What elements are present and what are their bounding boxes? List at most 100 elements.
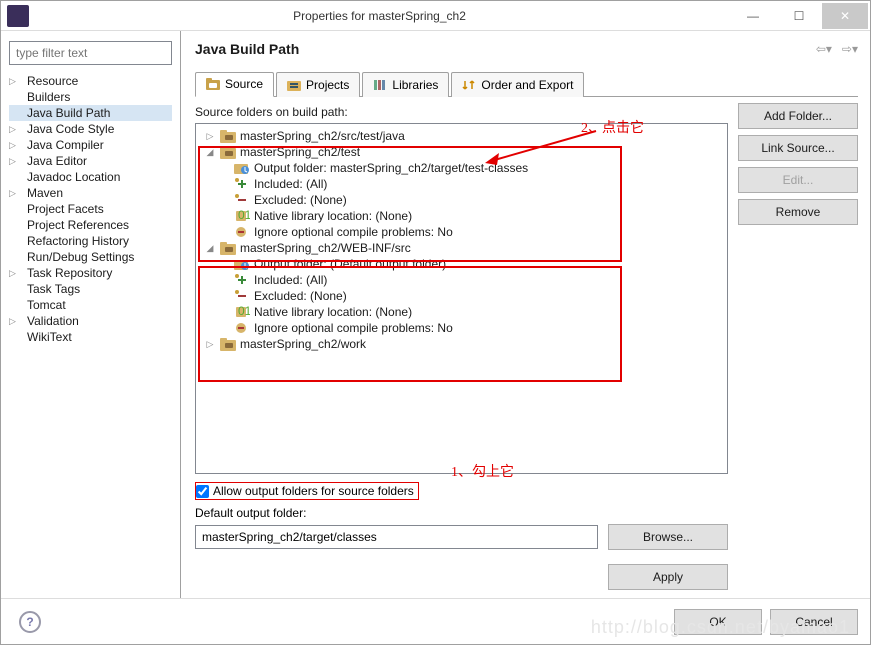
ignore-icon: [234, 321, 250, 335]
sidebar-item[interactable]: ▷ Validation: [9, 313, 172, 329]
source-folder-property-row[interactable]: Ignore optional compile problems: No: [198, 320, 725, 336]
sidebar-item[interactable]: ▷Javadoc Location: [9, 169, 172, 185]
source-folders-tree[interactable]: ▷masterSpring_ch2/src/test/java◢masterSp…: [195, 123, 728, 474]
allow-output-checkbox[interactable]: [196, 485, 209, 498]
sidebar-item-label: Java Build Path: [25, 106, 112, 120]
sidebar-item[interactable]: ▷Run/Debug Settings: [9, 249, 172, 265]
default-output-input[interactable]: [195, 525, 598, 549]
sidebar-item[interactable]: ▷Tomcat: [9, 297, 172, 313]
back-icon[interactable]: ⇦▾: [816, 42, 832, 56]
property-label: Output folder: (Default output folder): [254, 257, 446, 271]
sidebar-item-label: Maven: [25, 186, 65, 200]
property-label: Included: (All): [254, 177, 327, 191]
sidebar-item[interactable]: ▷ Resource: [9, 73, 172, 89]
tab-source[interactable]: Source: [195, 72, 274, 97]
property-label: Ignore optional compile problems: No: [254, 321, 453, 335]
source-folder-property-row[interactable]: Excluded: (None): [198, 192, 725, 208]
expand-caret-icon[interactable]: ▷: [9, 316, 21, 327]
expand-caret-icon[interactable]: ◢: [204, 243, 216, 254]
sidebar-item[interactable]: ▷Builders: [9, 89, 172, 105]
expand-caret-icon[interactable]: ▷: [204, 339, 216, 350]
libraries-icon: [373, 79, 387, 91]
ignore-icon: [234, 225, 250, 239]
expand-caret-icon[interactable]: ▷: [9, 188, 21, 199]
source-folder-label: masterSpring_ch2/src/test/java: [240, 129, 405, 143]
source-folder-property-row[interactable]: Included: (All): [198, 176, 725, 192]
source-folder-label: masterSpring_ch2/WEB-INF/src: [240, 241, 411, 255]
exclude-icon: [234, 289, 250, 303]
source-folder-property-row[interactable]: Output folder: (Default output folder): [198, 256, 725, 272]
expand-caret-icon[interactable]: ▷: [9, 124, 21, 135]
tab-libraries[interactable]: Libraries: [362, 72, 449, 97]
close-button[interactable]: ✕: [822, 3, 868, 29]
sidebar-item[interactable]: ▷Refactoring History: [9, 233, 172, 249]
source-folder-row[interactable]: ▷masterSpring_ch2/work: [198, 336, 725, 352]
package-folder-icon: [220, 241, 236, 255]
package-folder-icon: [220, 129, 236, 143]
source-caption: Source folders on build path:: [195, 103, 728, 123]
minimize-button[interactable]: —: [730, 3, 776, 29]
source-folder-row[interactable]: ▷ masterSpring_ch2/src/test/java: [198, 128, 725, 144]
sidebar-item-label: Resource: [25, 74, 80, 88]
exclude-icon: [234, 193, 250, 207]
category-tree[interactable]: ▷Resource▷Builders▷Java Build Path▷Java …: [9, 73, 172, 588]
link-source-button[interactable]: Link Source...: [738, 135, 858, 161]
edit-button[interactable]: Edit...: [738, 167, 858, 193]
source-folder-property-row[interactable]: Excluded: (None): [198, 288, 725, 304]
expand-caret-icon[interactable]: ▷: [9, 140, 21, 151]
remove-button[interactable]: Remove: [738, 199, 858, 225]
source-folder-property-row[interactable]: Ignore optional compile problems: No: [198, 224, 725, 240]
sidebar-item-label: Task Repository: [25, 266, 114, 280]
source-folder-property-row[interactable]: 01Native library location: (None): [198, 304, 725, 320]
apply-button[interactable]: Apply: [608, 564, 728, 590]
sidebar-item[interactable]: ▷ Java Code Style: [9, 121, 172, 137]
maximize-button[interactable]: ☐: [776, 3, 822, 29]
nav-arrows: ⇦▾ ⇨▾: [816, 42, 858, 56]
source-folder-row[interactable]: ◢ masterSpring_ch2/WEB-INF/src: [198, 240, 725, 256]
titlebar: Properties for masterSpring_ch2 — ☐ ✕: [1, 1, 870, 31]
expand-caret-icon[interactable]: ▷: [204, 131, 216, 142]
tab-label: Projects: [306, 78, 349, 92]
help-icon[interactable]: ?: [19, 611, 41, 633]
sidebar-item[interactable]: ▷Project Facets: [9, 201, 172, 217]
forward-icon[interactable]: ⇨▾: [842, 42, 858, 56]
sidebar-item-label: Javadoc Location: [25, 170, 122, 184]
sidebar-item[interactable]: ▷Task Tags: [9, 281, 172, 297]
add-folder-button[interactable]: Add Folder...: [738, 103, 858, 129]
sidebar-item-label: Java Code Style: [25, 122, 116, 136]
sidebar-item[interactable]: ▷Java Build Path: [9, 105, 172, 121]
property-label: Included: (All): [254, 273, 327, 287]
sidebar-item[interactable]: ▷Project References: [9, 217, 172, 233]
tab-bar: Source Projects LibrariesOrder and Export: [195, 71, 858, 97]
property-label: Excluded: (None): [254, 289, 347, 303]
sidebar-item[interactable]: ▷Java Editor: [9, 153, 172, 169]
sidebar-item[interactable]: ▷ Task Repository: [9, 265, 172, 281]
expand-caret-icon[interactable]: ▷: [9, 268, 21, 279]
filter-input[interactable]: [9, 41, 172, 65]
browse-button[interactable]: Browse...: [608, 524, 728, 550]
source-folder-property-row[interactable]: Output folder: masterSpring_ch2/target/t…: [198, 160, 725, 176]
cancel-button[interactable]: Cancel: [770, 609, 858, 635]
sidebar-item[interactable]: ▷WikiText: [9, 329, 172, 345]
expand-caret-icon[interactable]: ◢: [204, 147, 216, 158]
source-folder-row[interactable]: ◢masterSpring_ch2/test: [198, 144, 725, 160]
app-icon: [7, 5, 29, 27]
tab-projects[interactable]: Projects: [276, 72, 360, 97]
sidebar-item[interactable]: ▷ Maven: [9, 185, 172, 201]
sidebar-item-label: Validation: [25, 314, 81, 328]
output-folder-icon: [234, 257, 250, 271]
expand-caret-icon[interactable]: ▷: [9, 76, 21, 87]
output-folder-icon: [234, 161, 250, 175]
projects-icon: [287, 79, 301, 91]
sidebar-item[interactable]: ▷Java Compiler: [9, 137, 172, 153]
ok-button[interactable]: OK: [674, 609, 762, 635]
tab-order-and-export[interactable]: Order and Export: [451, 72, 584, 97]
source-folder-property-row[interactable]: Included: (All): [198, 272, 725, 288]
sidebar: ▷Resource▷Builders▷Java Build Path▷Java …: [1, 31, 181, 598]
property-label: Output folder: masterSpring_ch2/target/t…: [254, 161, 528, 175]
tab-label: Source: [225, 77, 263, 91]
expand-caret-icon[interactable]: ▷: [9, 156, 21, 167]
property-label: Native library location: (None): [254, 209, 412, 223]
property-label: Native library location: (None): [254, 305, 412, 319]
source-folder-property-row[interactable]: 01Native library location: (None): [198, 208, 725, 224]
